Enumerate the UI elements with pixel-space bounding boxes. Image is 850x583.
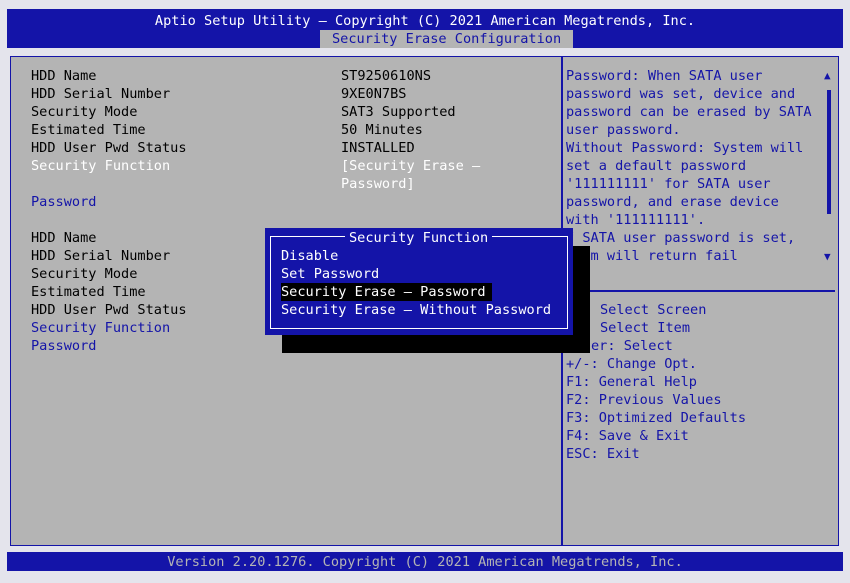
option-security-erase-without-password[interactable]: Security Erase – Without Password xyxy=(281,301,551,319)
scroll-thumb[interactable] xyxy=(827,90,831,214)
security-function-value-cont[interactable]: Password] xyxy=(341,175,415,193)
hdd-name-label: HDD Name xyxy=(31,68,97,84)
key-help-line: er: Select xyxy=(591,338,673,354)
help-scrollbar[interactable]: ▲ ▼ xyxy=(823,64,835,264)
header-bar: Aptio Setup Utility – Copyright (C) 2021… xyxy=(7,9,843,48)
security-function-popup: Security Function Disable Set Password S… xyxy=(265,228,573,335)
user-pwd-status-label-2: HDD User Pwd Status xyxy=(31,302,187,318)
key-help-line: Select Screen xyxy=(600,302,707,318)
estimated-time-label-2: Estimated Time xyxy=(31,284,146,300)
help-line: set a default password xyxy=(566,158,747,174)
hdd-serial-label-2: HDD Serial Number xyxy=(31,248,171,264)
estimated-time-value: 50 Minutes xyxy=(341,122,423,138)
help-line: password can be erased by SATA xyxy=(566,104,812,120)
key-help-line: Select Item xyxy=(600,320,691,336)
tab-security-erase-configuration[interactable]: Security Erase Configuration xyxy=(320,30,573,48)
help-line: user password. xyxy=(566,122,681,138)
hdd-name-value: ST9250610NS xyxy=(341,68,432,84)
option-disable[interactable]: Disable xyxy=(281,247,338,265)
security-mode-label-2: Security Mode xyxy=(31,266,138,282)
help-divider xyxy=(563,290,835,292)
option-security-erase-password[interactable]: Security Erase – Password xyxy=(281,283,492,301)
key-help-line: +/-: Change Opt. xyxy=(566,356,697,372)
password-item[interactable]: Password xyxy=(31,193,96,211)
user-pwd-status-label: HDD User Pwd Status xyxy=(31,140,187,156)
help-line: Without Password: System will xyxy=(566,140,804,156)
app-title: Aptio Setup Utility – Copyright (C) 2021… xyxy=(154,13,696,29)
security-function-item-2[interactable]: Security Function xyxy=(31,319,170,337)
hdd-serial-value: 9XE0N7BS xyxy=(341,86,407,102)
help-line: with '111111111'. xyxy=(566,212,706,228)
key-help-line: F4: Save & Exit xyxy=(566,428,689,444)
footer-version: Version 2.20.1276. Copyright (C) 2021 Am… xyxy=(167,554,683,570)
option-set-password[interactable]: Set Password xyxy=(281,265,379,283)
password-item-2[interactable]: Password xyxy=(31,337,96,355)
key-help-line: F2: Previous Values xyxy=(566,392,722,408)
help-line: stem will return fail xyxy=(566,248,738,264)
key-help-line: ESC: Exit xyxy=(566,446,640,462)
hdd-name-label-2: HDD Name xyxy=(31,230,97,246)
estimated-time-label: Estimated Time xyxy=(31,122,146,138)
security-function-item[interactable]: Security Function xyxy=(31,157,170,175)
security-mode-value: SAT3 Supported xyxy=(341,104,456,120)
tab-label: Security Erase Configuration xyxy=(332,31,562,47)
help-line: password was set, device and xyxy=(566,86,796,102)
user-pwd-status-value: INSTALLED xyxy=(341,140,415,156)
help-line: Password: When SATA user xyxy=(566,68,763,84)
security-function-value[interactable]: [Security Erase – xyxy=(341,157,480,175)
footer-bar: Version 2.20.1276. Copyright (C) 2021 Am… xyxy=(7,552,843,571)
security-mode-label: Security Mode xyxy=(31,104,138,120)
key-help-line: F1: General Help xyxy=(566,374,697,390)
key-help-line: F3: Optimized Defaults xyxy=(566,410,747,426)
popup-title: Security Function xyxy=(345,229,493,247)
scroll-down-arrow-icon[interactable]: ▼ xyxy=(824,248,831,266)
help-line: '111111111' for SATA user xyxy=(566,176,771,192)
help-line: password, and erase device xyxy=(566,194,779,210)
hdd-serial-label: HDD Serial Number xyxy=(31,86,171,102)
scroll-up-arrow-icon[interactable]: ▲ xyxy=(824,67,831,85)
help-line: f SATA user password is set, xyxy=(566,230,796,246)
